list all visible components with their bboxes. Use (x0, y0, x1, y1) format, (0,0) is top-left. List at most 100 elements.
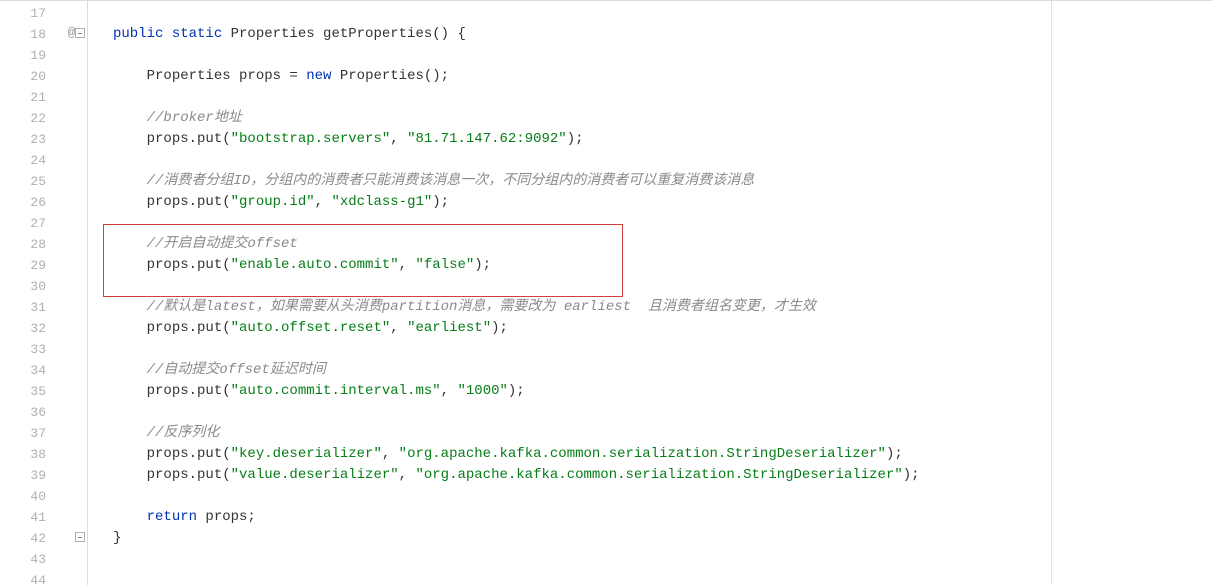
token-str: "1000" (457, 383, 507, 399)
token-ident: ); (474, 257, 491, 273)
code-line[interactable]: //broker地址 (113, 108, 1212, 129)
code-line[interactable]: public static Properties getProperties()… (113, 24, 1212, 45)
token-str: "enable.auto.commit" (231, 257, 399, 273)
code-line[interactable]: //消费者分组ID，分组内的消费者只能消费该消息一次，不同分组内的消费者可以重复… (113, 171, 1212, 192)
code-line[interactable]: props.put("auto.offset.reset", "earliest… (113, 318, 1212, 339)
token-str: "auto.commit.interval.ms" (231, 383, 441, 399)
token-mname: getProperties (323, 26, 432, 42)
code-line[interactable]: props.put("value.deserializer", "org.apa… (113, 465, 1212, 486)
token-ident: , (390, 131, 407, 147)
token-ident: () { (432, 26, 466, 42)
line-number[interactable]: 42 (0, 528, 56, 549)
code-line[interactable] (113, 549, 1212, 570)
code-line[interactable] (113, 150, 1212, 171)
token-kw: static (172, 26, 231, 42)
code-line[interactable] (113, 486, 1212, 507)
line-number[interactable]: 22 (0, 108, 56, 129)
token-kw: new (306, 68, 340, 84)
line-number[interactable]: 21 (0, 87, 56, 108)
token-cm: //反序列化 (147, 425, 220, 441)
line-number[interactable]: 26 (0, 192, 56, 213)
token-ident: } (113, 530, 121, 546)
token-str: "auto.offset.reset" (231, 320, 391, 336)
line-number[interactable]: 36 (0, 402, 56, 423)
line-number[interactable]: 23 (0, 129, 56, 150)
line-number[interactable]: 44 (0, 570, 56, 585)
token-ident: ); (903, 467, 920, 483)
line-number[interactable]: 39 (0, 465, 56, 486)
code-line[interactable]: props.put("key.deserializer", "org.apach… (113, 444, 1212, 465)
code-line[interactable]: props.put("group.id", "xdclass-g1"); (113, 192, 1212, 213)
code-line[interactable]: props.put("auto.commit.interval.ms", "10… (113, 381, 1212, 402)
line-number[interactable]: 19 (0, 45, 56, 66)
line-number[interactable]: 27 (0, 213, 56, 234)
token-ident: ); (886, 446, 903, 462)
line-number[interactable]: 25 (0, 171, 56, 192)
code-line[interactable] (113, 339, 1212, 360)
line-number[interactable]: 32 (0, 318, 56, 339)
token-cm: //自动提交offset延迟时间 (147, 362, 326, 378)
line-number[interactable]: 40 (0, 486, 56, 507)
code-line[interactable] (113, 276, 1212, 297)
fold-close-icon[interactable] (75, 532, 85, 542)
code-editor[interactable]: fka 171819202122232425262728293031323334… (0, 0, 1212, 585)
code-line[interactable]: //默认是latest，如果需要从头消费partition消息，需要改为 ear… (113, 297, 1212, 318)
code-line[interactable]: } (113, 528, 1212, 549)
code-line[interactable] (113, 570, 1212, 585)
right-margin-guide (1051, 1, 1052, 585)
line-number[interactable]: 41 (0, 507, 56, 528)
code-line[interactable]: Properties props = new Properties(); (113, 66, 1212, 87)
fold-open-icon[interactable] (75, 28, 85, 38)
code-line[interactable]: //开启自动提交offset (113, 234, 1212, 255)
code-line[interactable] (113, 213, 1212, 234)
fold-gutter[interactable] (72, 1, 88, 585)
token-ident: ); (491, 320, 508, 336)
token-ident: props.put( (147, 320, 231, 336)
line-number[interactable]: 29 (0, 255, 56, 276)
token-ident: props.put( (147, 467, 231, 483)
token-ident: props.put( (147, 446, 231, 462)
code-line[interactable] (113, 45, 1212, 66)
code-content[interactable]: public static Properties getProperties()… (89, 1, 1212, 585)
line-number[interactable]: 20 (0, 66, 56, 87)
line-number[interactable]: 31 (0, 297, 56, 318)
line-number[interactable]: 33 (0, 339, 56, 360)
line-number[interactable]: 43 (0, 549, 56, 570)
token-cm: //开启自动提交offset (147, 236, 298, 252)
token-str: "value.deserializer" (231, 467, 399, 483)
line-number[interactable]: 30 (0, 276, 56, 297)
line-number[interactable]: 28 (0, 234, 56, 255)
token-str: "bootstrap.servers" (231, 131, 391, 147)
token-str: "xdclass-g1" (331, 194, 432, 210)
code-line[interactable] (113, 87, 1212, 108)
token-ident: , (382, 446, 399, 462)
token-ident: Properties props = (147, 68, 307, 84)
token-ident: props.put( (147, 131, 231, 147)
line-number[interactable]: 35 (0, 381, 56, 402)
token-cm: //broker地址 (147, 110, 242, 126)
token-ident: props.put( (147, 383, 231, 399)
token-str: "key.deserializer" (231, 446, 382, 462)
line-number[interactable]: 37 (0, 423, 56, 444)
token-ident: props.put( (147, 257, 231, 273)
line-number[interactable]: 34 (0, 360, 56, 381)
token-ident: ); (508, 383, 525, 399)
token-ident: Properties (231, 26, 323, 42)
token-ident: , (441, 383, 458, 399)
token-ident: , (399, 467, 416, 483)
code-line[interactable] (113, 402, 1212, 423)
token-kw: public (113, 26, 172, 42)
code-line[interactable]: //自动提交offset延迟时间 (113, 360, 1212, 381)
line-number-gutter[interactable]: 1718192021222324252627282930313233343536… (0, 1, 56, 585)
code-line[interactable]: //反序列化 (113, 423, 1212, 444)
code-line[interactable]: props.put("enable.auto.commit", "false")… (113, 255, 1212, 276)
line-number[interactable]: 24 (0, 150, 56, 171)
line-number[interactable]: 18 (0, 24, 56, 45)
token-cm: //消费者分组ID，分组内的消费者只能消费该消息一次，不同分组内的消费者可以重复… (147, 173, 755, 189)
token-cm: //默认是latest，如果需要从头消费partition消息，需要改为 ear… (147, 299, 816, 315)
line-number[interactable]: 38 (0, 444, 56, 465)
code-line[interactable]: props.put("bootstrap.servers", "81.71.14… (113, 129, 1212, 150)
code-line[interactable]: return props; (113, 507, 1212, 528)
line-number[interactable]: 17 (0, 3, 56, 24)
code-line[interactable] (113, 3, 1212, 24)
